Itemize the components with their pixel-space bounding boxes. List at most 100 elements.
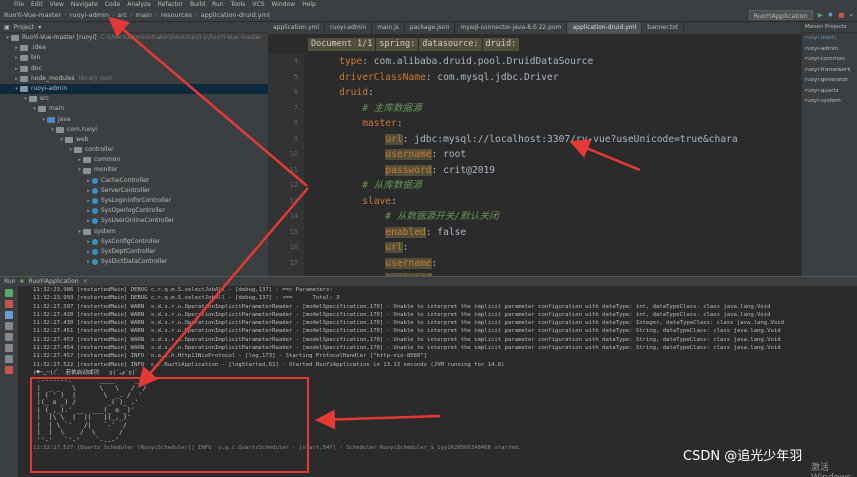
chevron-right-icon[interactable]: ▸ — [85, 206, 92, 216]
chevron-right-icon[interactable]: ▸ — [85, 196, 92, 206]
code-line[interactable]: type: com.alibaba.druid.pool.DruidDataSo… — [316, 54, 796, 70]
tree-item[interactable]: ▸ SysConfigController — [0, 237, 268, 247]
menu-navigate[interactable]: Navigate — [71, 1, 98, 8]
rerun-icon[interactable] — [5, 289, 13, 297]
maven-project-item[interactable]: ruoyi-common — [802, 54, 857, 65]
chevron-down-icon[interactable]: ▾ — [22, 94, 29, 104]
chevron-down-icon[interactable]: ▾ — [58, 135, 65, 145]
code-editor[interactable]: Document 1/1 spring: datasource: druid: … — [268, 34, 801, 276]
menu-code[interactable]: Code — [105, 1, 120, 8]
chevron-right-icon[interactable]: ▸ — [13, 43, 20, 53]
maven-project-item[interactable]: ruoyi-framework — [802, 65, 857, 76]
run-config-label[interactable]: RuoYiApplication — [29, 278, 79, 285]
tree-item[interactable]: ▸ doc — [0, 64, 268, 74]
close-icon[interactable]: × — [83, 278, 88, 285]
stop-icon[interactable]: ■ — [838, 11, 844, 19]
tree-item[interactable]: ▸ ServerController — [0, 186, 268, 196]
code-line[interactable]: # 从数据源开关/默认关闭 — [316, 209, 796, 225]
chevron-right-icon[interactable]: ▸ — [13, 53, 20, 63]
editor-tab[interactable]: package.json — [405, 22, 456, 34]
chevron-right-icon[interactable]: ▸ — [13, 74, 20, 84]
tree-item[interactable]: ▾ RuoYi-Vue-master [ruoyi] C:\Users\Admini… — [0, 33, 268, 43]
breadcrumb-spring[interactable]: spring: — [376, 38, 420, 51]
code-line[interactable]: druid: — [316, 85, 796, 101]
breadcrumb-main[interactable]: main — [136, 11, 152, 19]
menu-analyze[interactable]: Analyze — [127, 1, 151, 8]
editor-tab[interactable]: application.yml — [268, 22, 326, 34]
code-line[interactable]: driverClassName: com.mysql.jdbc.Driver — [316, 70, 796, 86]
menu-window[interactable]: Window — [272, 1, 296, 8]
run-configuration-select[interactable]: RuoYiApplication — [748, 10, 813, 20]
chevron-right-icon[interactable]: ▸ — [85, 216, 92, 226]
code-line[interactable]: enabled: false — [316, 225, 796, 241]
tree-item[interactable]: ▸ CacheController — [0, 176, 268, 186]
chevron-down-icon[interactable]: ▾ — [4, 33, 11, 43]
maven-project-item[interactable]: ruoyi (root) — [802, 33, 857, 44]
breadcrumb-src[interactable]: src — [118, 11, 128, 19]
menu-view[interactable]: View — [50, 1, 64, 8]
maven-project-item[interactable]: ruoyi-generator — [802, 75, 857, 86]
chevron-down-icon[interactable]: ▾ — [67, 145, 74, 155]
tree-item[interactable]: ▸ SysOperlogController — [0, 206, 268, 216]
menu-vcs[interactable]: VCS — [252, 1, 264, 8]
editor-tab[interactable]: banner.txt — [642, 22, 685, 34]
code-line[interactable]: url: jdbc:mysql://localhost:3307/ry-vue?… — [316, 132, 796, 148]
menu-tools[interactable]: Tools — [231, 1, 246, 8]
chevron-down-icon[interactable]: ▾ — [76, 165, 83, 175]
menu-help[interactable]: Help — [302, 1, 316, 8]
maven-project-item[interactable]: ruoyi-system — [802, 96, 857, 107]
editor-tab[interactable]: application-druid.yml — [567, 22, 643, 34]
tree-item[interactable]: ▸ SysLogininforController — [0, 196, 268, 206]
close-run-icon[interactable] — [5, 366, 13, 374]
search-icon[interactable]: ⌕ — [849, 11, 853, 20]
chevron-right-icon[interactable]: ▸ — [85, 247, 92, 257]
tree-item[interactable]: ▸ node_modules library root — [0, 74, 268, 84]
pin-icon[interactable] — [5, 355, 13, 363]
tree-item[interactable]: ▾ ruoyi-admin — [0, 83, 268, 95]
chevron-right-icon[interactable]: ▸ — [13, 64, 20, 74]
settings-icon[interactable] — [5, 344, 13, 352]
restore-layout-icon[interactable] — [5, 311, 13, 319]
tree-item[interactable]: ▾ web — [0, 135, 268, 145]
menu-build[interactable]: Build — [190, 1, 205, 8]
tree-item[interactable]: ▸ SysUserOnlineController — [0, 216, 268, 226]
tree-item[interactable]: ▸ common — [0, 155, 268, 165]
tree-item[interactable]: ▸ bin — [0, 53, 268, 63]
tree-item[interactable]: ▾ com.ruoyi — [0, 125, 268, 135]
breadcrumb-module[interactable]: ruoyi-admin — [70, 11, 109, 19]
maven-title[interactable]: Maven Projects — [802, 22, 857, 33]
tree-item[interactable]: ▾ src — [0, 94, 268, 104]
tree-item[interactable]: ▾ java — [0, 115, 268, 125]
editor-tab[interactable]: ruoyi-admin — [325, 22, 373, 34]
breadcrumb-datasource[interactable]: datasource: — [419, 38, 483, 51]
dump-threads-icon[interactable] — [5, 333, 13, 341]
code-line[interactable]: password: crit@2019 — [316, 163, 796, 179]
breadcrumb-druid[interactable]: druid: — [482, 38, 521, 51]
tree-item[interactable]: ▾ monitor — [0, 165, 268, 175]
chevron-down-icon[interactable]: ▾ — [49, 125, 56, 135]
breadcrumb-document[interactable]: Document 1/1 — [308, 38, 377, 51]
code-line[interactable]: master: — [316, 116, 796, 132]
code-line[interactable]: url: — [316, 240, 796, 256]
project-title[interactable]: Project — [14, 24, 35, 31]
breadcrumb-resources[interactable]: resources — [161, 11, 193, 19]
tree-item[interactable]: ▾ controller — [0, 145, 268, 155]
editor-tab[interactable]: mysql-connector-java-8.0.22.pom — [455, 22, 568, 34]
chevron-right-icon[interactable]: ▸ — [85, 176, 92, 186]
menu-file[interactable]: File — [14, 1, 24, 8]
chevron-down-icon[interactable]: ▾ — [31, 104, 38, 114]
menu-edit[interactable]: Edit — [31, 1, 43, 8]
run-label[interactable]: Run — [4, 278, 16, 285]
debug-icon[interactable]: ✹ — [828, 11, 833, 19]
chevron-right-icon[interactable]: ▸ — [85, 257, 92, 267]
tree-item[interactable]: ▾ main — [0, 104, 268, 114]
chevron-right-icon[interactable]: ▸ — [85, 186, 92, 196]
maven-project-item[interactable]: ruoyi-quartz — [802, 86, 857, 97]
chevron-down-icon[interactable]: ▾ — [38, 24, 41, 31]
code-lines[interactable]: type: com.alibaba.druid.pool.DruidDataSo… — [316, 54, 796, 276]
stop-icon[interactable] — [5, 300, 13, 308]
editor-tab[interactable]: main.js — [372, 22, 405, 34]
code-line[interactable]: # 从库数据源 — [316, 178, 796, 194]
tree-item[interactable]: ▸ SysDeptController — [0, 247, 268, 257]
code-line[interactable]: username: root — [316, 147, 796, 163]
